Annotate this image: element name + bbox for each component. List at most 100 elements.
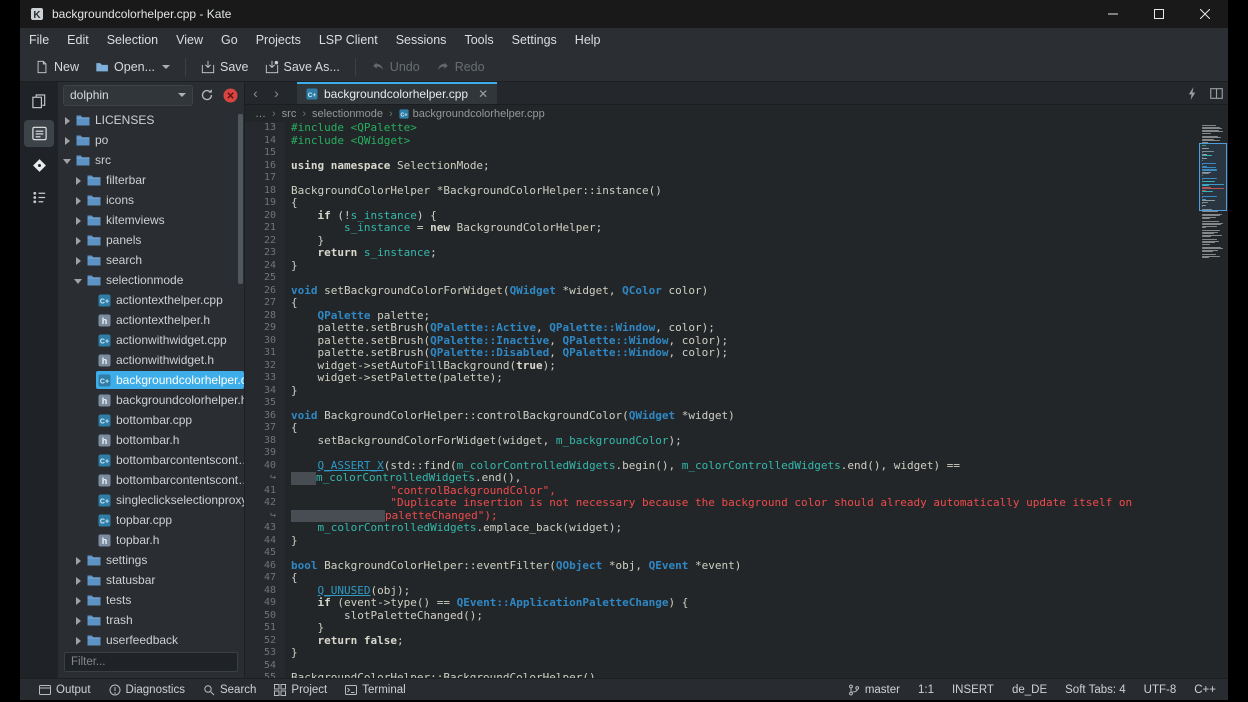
menu-tools[interactable]: Tools [455,28,502,52]
code-line-33[interactable]: 33 widget->setPalette(palette); [245,372,1228,385]
breadcrumb-item-src[interactable]: src [282,108,297,120]
save-button[interactable]: Save [194,57,256,77]
tab-forward-button[interactable]: › [266,82,287,104]
code-line-18[interactable]: 18BackgroundColorHelper *BackgroundColor… [245,185,1228,198]
code-line-52[interactable]: 52 return false; [245,635,1228,648]
tree-expander-icon[interactable] [73,175,84,186]
tree-scrollbar-thumb[interactable] [238,114,243,284]
tree-expander-icon[interactable] [73,215,84,226]
code-line-53[interactable]: 53} [245,647,1228,660]
split-view-button[interactable] [1204,82,1228,104]
tree-item-po[interactable]: po [58,130,244,150]
tree-expander-icon[interactable] [73,595,84,606]
filter-input[interactable] [64,652,238,672]
tree-expander-icon[interactable] [73,255,84,266]
tree-item-topbar-h[interactable]: htopbar.h [58,530,244,550]
tree-item-bottombarcontentscont[interactable]: C+bottombarcontentscont… [58,450,244,470]
tree-item-userfeedback[interactable]: userfeedback [58,630,244,648]
save-as-button[interactable]: Save As... [258,57,347,77]
redo-button[interactable]: Redo [429,57,492,77]
tab-backgroundcolorhelper[interactable]: C+ backgroundcolorhelper.cpp ✕ [297,82,497,104]
title-bar[interactable]: K backgroundcolorhelper.cpp - Kate [20,0,1228,28]
code-line-46[interactable]: 46bool BackgroundColorHelper::eventFilte… [245,560,1228,573]
breadcrumb-item-selectionmode[interactable]: selectionmode [312,108,383,120]
tree-expander-icon[interactable] [73,275,84,286]
tree-item-bottombar-h[interactable]: hbottombar.h [58,430,244,450]
tree-expander-icon[interactable] [62,135,73,146]
menu-view[interactable]: View [167,28,212,52]
close-panel-button[interactable] [221,86,239,104]
tree-item-actiontexthelper-h[interactable]: hactiontexthelper.h [58,310,244,330]
statusbar-master[interactable]: master [848,684,900,696]
statusbar-soft-tabs-4[interactable]: Soft Tabs: 4 [1065,684,1126,696]
tree-item-singleclickselectionproxy[interactable]: C+singleclickselectionproxy… [58,490,244,510]
quick-open-button[interactable] [1180,82,1204,104]
statusbar-terminal-button[interactable]: Terminal [338,682,412,698]
statusbar-project-button[interactable]: Project [267,682,334,698]
code-line-38[interactable]: 38 setBackgroundColorForWidget(widget, m… [245,435,1228,448]
tree-item-statusbar[interactable]: statusbar [58,570,244,590]
tree-expander-icon[interactable] [73,555,84,566]
menu-selection[interactable]: Selection [98,28,167,52]
menu-settings[interactable]: Settings [503,28,566,52]
tree-item-bottombar-cpp[interactable]: C+bottombar.cpp [58,410,244,430]
tree-item-actionwithwidget-h[interactable]: hactionwithwidget.h [58,350,244,370]
tree-expander-icon[interactable] [73,615,84,626]
statusbar-output-button[interactable]: Output [32,682,98,698]
statusbar-de-de[interactable]: de_DE [1012,684,1047,696]
tree-item-backgroundcolorhelper-c[interactable]: C+backgroundcolorhelper.c… [58,370,244,390]
menu-help[interactable]: Help [566,28,610,52]
filesystem-browser-tool-button[interactable] [24,120,54,147]
statusbar-1-1[interactable]: 1:1 [918,684,934,696]
open-button[interactable]: Open... [88,57,177,77]
code-line-14[interactable]: 14#include <QWidget> [245,135,1228,148]
statusbar-utf-8[interactable]: UTF-8 [1144,684,1177,696]
menu-edit[interactable]: Edit [58,28,98,52]
tree-item-src[interactable]: src [58,150,244,170]
tree-item-actionwithwidget-cpp[interactable]: C+actionwithwidget.cpp [58,330,244,350]
menu-sessions[interactable]: Sessions [387,28,456,52]
close-button[interactable] [1182,0,1228,28]
location-combobox[interactable]: dolphin [63,85,193,106]
tree-item-search[interactable]: search [58,250,244,270]
statusbar-diagnostics-button[interactable]: Diagnostics [102,682,192,698]
tree-expander-icon[interactable] [62,115,73,126]
menu-file[interactable]: File [20,28,58,52]
tree-expander-icon[interactable] [73,575,84,586]
code-line-43[interactable]: 43 m_colorControlledWidgets.emplace_back… [245,522,1228,535]
tree-item-backgroundcolorhelper-h[interactable]: hbackgroundcolorhelper.h [58,390,244,410]
breadcrumb-item-backgroundcolorhelper-cpp[interactable]: C+backgroundcolorhelper.cpp [399,108,545,120]
tab-close-icon[interactable]: ✕ [478,87,488,101]
minimap-viewport[interactable] [1199,143,1227,211]
tree-item-licenses[interactable]: LICENSES [58,110,244,130]
tree-item-actiontexthelper-cpp[interactable]: C+actiontexthelper.cpp [58,290,244,310]
statusbar-insert[interactable]: INSERT [952,684,994,696]
code-line-26[interactable]: 26void setBackgroundColorForWidget(QWidg… [245,285,1228,298]
tree-item-selectionmode[interactable]: selectionmode [58,270,244,290]
tab-back-button[interactable]: ‹ [245,82,266,104]
tree-item-bottombarcontentscont[interactable]: hbottombarcontentscont… [58,470,244,490]
code-line-24[interactable]: 24} [245,260,1228,273]
statusbar-search-button[interactable]: Search [196,682,263,698]
menu-lsp-client[interactable]: LSP Client [310,28,387,52]
symbol-outline-tool-button[interactable] [24,184,54,211]
code-line-36[interactable]: 36void BackgroundColorHelper::controlBac… [245,410,1228,423]
menu-projects[interactable]: Projects [247,28,310,52]
tree-expander-icon[interactable] [73,195,84,206]
menu-go[interactable]: Go [212,28,247,52]
documents-tool-button[interactable] [24,88,54,115]
tree-item-tests[interactable]: tests [58,590,244,610]
tree-expander-icon[interactable] [73,635,84,646]
refresh-button[interactable] [198,86,216,104]
code-line-55[interactable]: 55BackgroundColorHelper::BackgroundColor… [245,672,1228,678]
tree-item-panels[interactable]: panels [58,230,244,250]
tree-item-trash[interactable]: trash [58,610,244,630]
breadcrumb-item-[interactable]: … [255,108,266,120]
maximize-button[interactable] [1136,0,1182,28]
code-line-16[interactable]: 16using namespace SelectionMode; [245,160,1228,173]
tree-item-filterbar[interactable]: filterbar [58,170,244,190]
minimize-button[interactable] [1090,0,1136,28]
git-tool-button[interactable] [24,152,54,179]
minimap[interactable] [1202,125,1224,259]
tree-item-topbar-cpp[interactable]: C+topbar.cpp [58,510,244,530]
